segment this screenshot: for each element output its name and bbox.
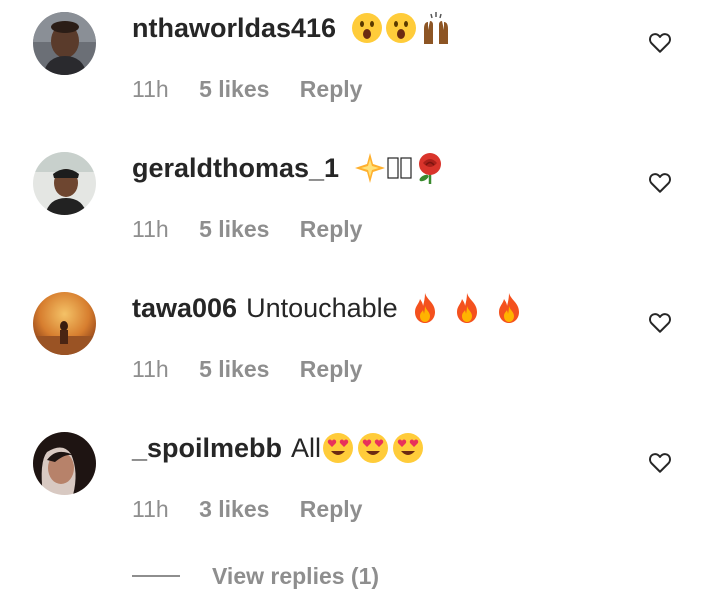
face-open-mouth-icon [351, 12, 383, 44]
view-replies-button[interactable]: View replies (1) [132, 560, 379, 592]
comment-meta: 11h 3 likes Reply [132, 493, 362, 525]
heart-eyes-face-icon [392, 432, 424, 464]
fire-icon [496, 292, 522, 324]
reply-button[interactable]: Reply [300, 353, 363, 385]
comment-meta: 11h 5 likes Reply [132, 213, 362, 245]
comment-meta: 11h 5 likes Reply [132, 353, 362, 385]
comment-text-line: _spoilmebb All [132, 430, 424, 466]
heart-eyes-face-icon [357, 432, 389, 464]
comment-body: Untouchable [246, 293, 398, 323]
comment-meta: 11h 5 likes Reply [132, 73, 362, 105]
missing-glyph-icon [400, 156, 412, 180]
comment-text-line: nthaworldas416 [132, 10, 453, 46]
comment-username[interactable]: geraldthomas_1 [132, 150, 339, 186]
comment-text-line: geraldthomas_1 [132, 150, 447, 186]
comment-timestamp: 11h [132, 356, 169, 382]
comment-item: nthaworldas416 11h 5 likes Reply [0, 0, 720, 140]
comment-username[interactable]: nthaworldas416 [132, 10, 336, 46]
avatar[interactable] [33, 292, 96, 355]
missing-glyph-icon [387, 156, 399, 180]
heart-icon[interactable] [647, 449, 673, 475]
reply-button[interactable]: Reply [300, 493, 363, 525]
fire-icon [412, 292, 438, 324]
comment-timestamp: 11h [132, 76, 169, 102]
avatar[interactable] [33, 12, 96, 75]
comment-timestamp: 11h [132, 216, 169, 242]
comment-username[interactable]: tawa006 [132, 290, 237, 326]
face-open-mouth-icon [385, 12, 417, 44]
comment-likes-link[interactable]: 3 likes [199, 493, 269, 525]
heart-icon[interactable] [647, 309, 673, 335]
comment-item: _spoilmebb All 11h 3 likes Reply [0, 420, 720, 560]
comment-item: geraldthomas_1 11h 5 likes Reply [0, 140, 720, 280]
reply-button[interactable]: Reply [300, 213, 363, 245]
comment-likes-link[interactable]: 5 likes [199, 213, 269, 245]
comment-text-line: tawa006 Untouchable [132, 290, 522, 326]
heart-icon[interactable] [647, 169, 673, 195]
comment-username[interactable]: _spoilmebb [132, 430, 282, 466]
raised-hands-icon [419, 11, 453, 45]
comment-item: tawa006 Untouchable 11h 5 likes Reply [0, 280, 720, 420]
comment-likes-link[interactable]: 5 likes [199, 353, 269, 385]
sparkle-star-icon [354, 152, 386, 184]
replies-divider [132, 575, 180, 577]
avatar[interactable] [33, 152, 96, 215]
heart-icon[interactable] [647, 29, 673, 55]
reply-button[interactable]: Reply [300, 73, 363, 105]
fire-icon [454, 292, 480, 324]
comment-timestamp: 11h [132, 496, 169, 522]
heart-eyes-face-icon [322, 432, 354, 464]
rose-icon [413, 151, 447, 185]
comment-likes-link[interactable]: 5 likes [199, 73, 269, 105]
view-replies-label[interactable]: View replies (1) [212, 563, 379, 590]
avatar[interactable] [33, 432, 96, 495]
comment-body: All [291, 433, 322, 463]
